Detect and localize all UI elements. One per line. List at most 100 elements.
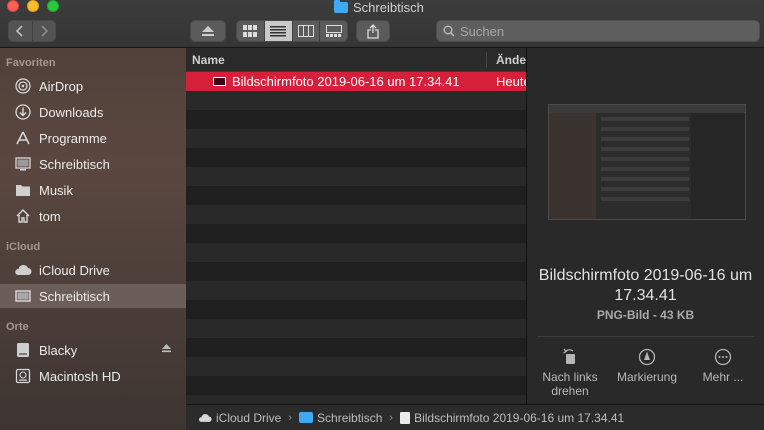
download-icon	[14, 103, 32, 121]
sidebar-item-programme[interactable]: Programme	[0, 126, 186, 150]
minimize-window-button[interactable]	[27, 0, 39, 12]
view-mode-group	[236, 20, 348, 42]
preview-thumbnail[interactable]	[548, 104, 746, 220]
preview-pane: Bildschirmfoto 2019-06-16 um 17.34.41 PN…	[527, 48, 764, 404]
empty-row	[186, 281, 526, 300]
column-divider[interactable]	[486, 52, 487, 68]
eject-icon[interactable]	[161, 343, 172, 353]
markup-label: Markierung	[616, 370, 678, 384]
more-icon	[714, 348, 732, 366]
sidebar-item-label: Musik	[39, 182, 73, 198]
sidebar-item-label: tom	[39, 208, 61, 224]
search-field[interactable]	[436, 20, 760, 42]
empty-row	[186, 91, 526, 110]
folder-icon	[299, 412, 314, 423]
zoom-window-button[interactable]	[47, 0, 59, 12]
path-segment-schreibtisch[interactable]: Schreibtisch	[317, 411, 382, 425]
empty-row	[186, 357, 526, 376]
more-label: Mehr ...	[702, 370, 744, 384]
sidebar-item-label: Schreibtisch	[39, 288, 110, 304]
empty-row	[186, 129, 526, 148]
file-name: Bildschirmfoto 2019-06-16 um 17.34.41	[232, 74, 460, 89]
desktop-icon	[14, 155, 32, 173]
empty-row	[186, 224, 526, 243]
sidebar-item-tom[interactable]: tom	[0, 204, 186, 228]
sidebar-item-schreibtisch[interactable]: Schreibtisch	[0, 152, 186, 176]
forward-button[interactable]	[31, 21, 56, 41]
empty-row	[186, 205, 526, 224]
sidebar-item-icloud-drive[interactable]: iCloud Drive	[0, 258, 186, 282]
divider	[537, 336, 754, 337]
window-title-label: Schreibtisch	[353, 0, 424, 15]
sidebar-item-airdrop[interactable]: AirDrop	[0, 74, 186, 98]
empty-row	[186, 186, 526, 205]
drive-icon	[14, 341, 32, 359]
sidebar-item-label: iCloud Drive	[39, 262, 110, 278]
hard-disk-icon	[14, 367, 32, 385]
sidebar-item-label: Schreibtisch	[39, 156, 110, 172]
folder-icon	[334, 0, 348, 13]
column-view-button[interactable]	[291, 21, 320, 41]
column-header-name[interactable]: Name	[192, 53, 225, 67]
icon-view-button[interactable]	[237, 21, 264, 41]
airdrop-icon	[14, 77, 32, 95]
empty-row	[186, 395, 526, 404]
empty-row	[186, 243, 526, 262]
thumbnail-row	[601, 187, 689, 191]
eject-icon	[202, 26, 214, 36]
empty-row	[186, 338, 526, 357]
sidebar-section-icloud: iCloud	[6, 241, 41, 253]
thumbnail-row	[601, 137, 689, 141]
path-segment-file[interactable]: Bildschirmfoto 2019-06-16 um 17.34.41	[414, 411, 624, 425]
rotate-left-button[interactable]: Nach links drehen	[535, 348, 605, 398]
gallery-view-button[interactable]	[319, 21, 347, 41]
empty-row	[186, 319, 526, 338]
search-icon	[443, 25, 455, 37]
list-view-button[interactable]	[263, 21, 292, 41]
path-bar: iCloud Drive › Schreibtisch › Bildschirm…	[186, 404, 764, 430]
thumbnail-row	[601, 127, 689, 131]
navigation-group	[8, 20, 56, 42]
path-segment-icloud-drive[interactable]: iCloud Drive	[216, 411, 281, 425]
more-button[interactable]: Mehr ...	[688, 348, 758, 384]
preview-title: Bildschirmfoto 2019-06-16 um 17.34.41	[538, 267, 753, 304]
image-file-icon	[213, 77, 226, 86]
empty-row	[186, 300, 526, 319]
markup-icon	[638, 348, 656, 366]
sidebar-item-label: Macintosh HD	[39, 368, 121, 384]
cloud-icon	[14, 261, 32, 279]
sidebar-item-label: AirDrop	[39, 78, 84, 94]
eject-button[interactable]	[190, 20, 226, 42]
empty-row	[186, 110, 526, 129]
thumbnail-sidebar	[549, 113, 596, 219]
list-rows: Bildschirmfoto 2019-06-16 um 17.34.41 He…	[186, 72, 526, 404]
share-button[interactable]	[356, 20, 390, 42]
list-view-icon	[270, 26, 287, 37]
file-list: Name Änder Bildschirmfoto 2019-06-16 um …	[186, 48, 527, 404]
thumbnail-toolbar	[549, 105, 745, 113]
path-separator-icon: ›	[389, 411, 394, 424]
preview-subtitle: PNG-Bild - 43 KB	[596, 308, 695, 322]
icon-view-icon	[243, 25, 258, 37]
sidebar-item-macintosh-hd[interactable]: Macintosh HD	[0, 364, 186, 388]
search-input[interactable]	[460, 23, 740, 39]
rotate-left-label: Nach links drehen	[542, 370, 598, 398]
share-icon	[367, 23, 379, 39]
thumbnail-row	[601, 157, 689, 161]
markup-button[interactable]: Markierung	[612, 348, 682, 384]
sidebar-item-downloads[interactable]: Downloads	[0, 100, 186, 124]
sidebar-item-icloud-schreibtisch[interactable]: Schreibtisch	[0, 284, 186, 308]
sidebar-section-places: Orte	[6, 321, 29, 333]
sidebar-item-musik[interactable]: Musik	[0, 178, 186, 202]
thumbnail-row	[601, 177, 689, 181]
sidebar-item-label: Programme	[39, 130, 107, 146]
column-header-date[interactable]: Änder	[496, 53, 526, 67]
list-header: Name Änder	[186, 48, 526, 72]
chevron-left-icon	[16, 25, 23, 37]
table-row[interactable]: Bildschirmfoto 2019-06-16 um 17.34.41 He…	[186, 72, 526, 91]
close-window-button[interactable]	[7, 0, 19, 12]
sidebar-item-blacky[interactable]: Blacky	[0, 338, 186, 362]
back-button[interactable]	[9, 21, 32, 41]
file-date: Heute	[496, 74, 526, 89]
chevron-right-icon	[41, 25, 48, 37]
